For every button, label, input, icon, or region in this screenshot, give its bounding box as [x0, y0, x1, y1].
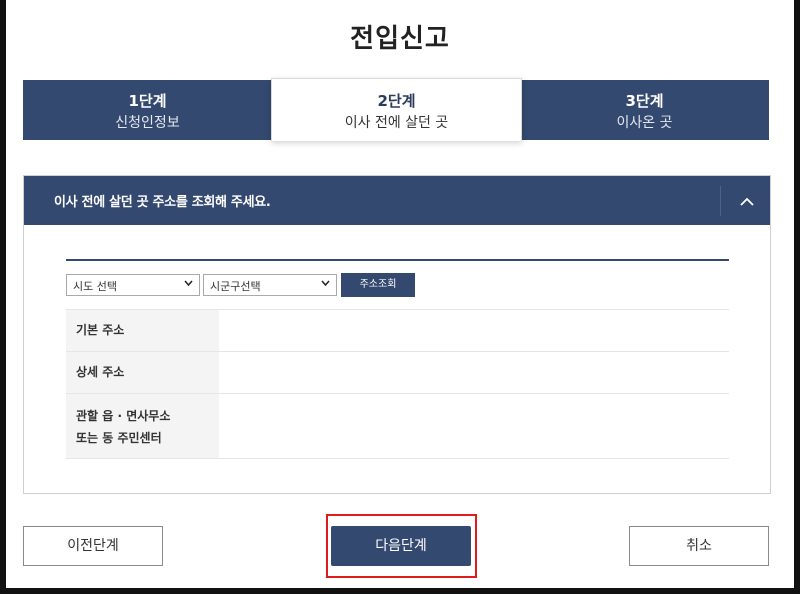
- collapse-toggle-button[interactable]: [736, 190, 758, 212]
- address-panel: 이사 전에 살던 곳 주소를 조회해 주세요. 시도 선택 시군구선택 주소조회: [23, 175, 771, 494]
- address-table: 기본 주소 상세 주소 관할 읍 · 면사무소 또는 동 주민센터: [66, 309, 729, 459]
- jurisdiction-label-line1: 관할 읍 · 면사무소: [76, 409, 171, 423]
- jurisdiction-office-label: 관할 읍 · 면사무소 또는 동 주민센터: [66, 394, 219, 458]
- step-3: 3단계 이사온 곳: [520, 80, 769, 140]
- sigungu-select[interactable]: 시군구선택: [203, 274, 337, 296]
- step-1: 1단계 신청인정보: [23, 80, 272, 140]
- chevron-down-icon: [184, 280, 193, 286]
- chevron-up-icon: [740, 197, 754, 206]
- step-2-number: 2단계: [377, 92, 416, 110]
- chevron-down-icon: [321, 280, 330, 286]
- next-button-highlight-box: [326, 514, 477, 578]
- step-1-name: 신청인정보: [115, 115, 180, 131]
- prev-step-button[interactable]: 이전단계: [23, 526, 163, 566]
- step-3-name: 이사온 곳: [616, 115, 673, 131]
- panel-header: 이사 전에 살던 곳 주소를 조회해 주세요.: [24, 176, 770, 225]
- basic-address-label: 기본 주소: [66, 310, 219, 351]
- step-2-active: 2단계 이사 전에 살던 곳: [271, 78, 522, 141]
- dialog: 전입신고 1단계 신청인정보 2단계 이사 전에 살던 곳 3단계 이사온 곳 …: [6, 0, 794, 588]
- detail-address-value: [219, 352, 729, 393]
- sido-select[interactable]: 시도 선택: [66, 274, 200, 296]
- table-row: 상세 주소: [66, 351, 729, 393]
- header-divider: [720, 186, 721, 216]
- address-lookup-button[interactable]: 주소조회: [341, 273, 415, 297]
- sigungu-select-value: 시군구선택: [210, 280, 261, 293]
- step-2-name: 이사 전에 살던 곳: [344, 115, 449, 131]
- section-rule: [66, 259, 729, 261]
- jurisdiction-label-line2: 또는 동 주민센터: [76, 431, 162, 445]
- step-3-number: 3단계: [625, 92, 664, 110]
- cancel-button[interactable]: 취소: [629, 526, 769, 566]
- table-row: 기본 주소: [66, 309, 729, 351]
- step-1-number: 1단계: [128, 92, 167, 110]
- step-bar: 1단계 신청인정보 2단계 이사 전에 살던 곳 3단계 이사온 곳: [23, 78, 769, 141]
- panel-heading: 이사 전에 살던 곳 주소를 조회해 주세요.: [54, 195, 271, 210]
- sido-select-value: 시도 선택: [73, 280, 117, 293]
- table-row: 관할 읍 · 면사무소 또는 동 주민센터: [66, 393, 729, 459]
- jurisdiction-office-value: [219, 394, 729, 458]
- basic-address-value: [219, 310, 729, 351]
- page-title: 전입신고: [350, 24, 450, 54]
- detail-address-label: 상세 주소: [66, 352, 219, 393]
